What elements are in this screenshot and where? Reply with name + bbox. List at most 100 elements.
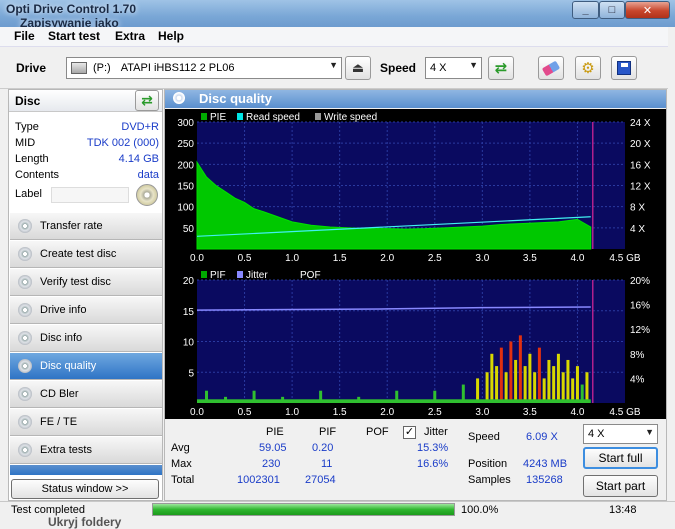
test-speed-select[interactable]: 4 X ▼ bbox=[583, 424, 658, 444]
y-tick-label: 150 bbox=[177, 182, 194, 193]
legend-swatch bbox=[315, 113, 321, 120]
disc-icon bbox=[18, 359, 32, 373]
y-tick-label: 200 bbox=[177, 160, 194, 171]
left-panel: Disc ⇄ Type DVD+R MID TDK 002 (000) Leng… bbox=[8, 89, 163, 501]
progress-fill bbox=[153, 504, 454, 515]
erase-button[interactable] bbox=[538, 56, 564, 80]
disc-info-value: 4.14 GB bbox=[118, 153, 159, 165]
disc-icon bbox=[18, 275, 32, 289]
x-tick-label: 0.5 bbox=[238, 253, 252, 264]
main-title: Disc quality bbox=[199, 91, 272, 106]
stats-pif-total: 27054 bbox=[305, 474, 336, 486]
maximize-button[interactable]: □ bbox=[599, 1, 625, 19]
clock-time: 13:48 bbox=[609, 504, 637, 516]
test-speed-value: 4 X bbox=[588, 428, 605, 440]
drive-select[interactable]: (P:) ATAPI iHBS112 2 PL06 ▼ bbox=[66, 57, 342, 79]
disc-label-field[interactable] bbox=[51, 187, 129, 203]
stats-jitter-avg: 15.3% bbox=[417, 442, 449, 454]
disc-info-value: DVD+R bbox=[121, 121, 159, 133]
y2-tick-label: 20% bbox=[630, 276, 650, 287]
refresh-icon: ⇄ bbox=[494, 60, 508, 77]
close-button[interactable]: ✕ bbox=[625, 1, 670, 19]
y2-tick-label: 12% bbox=[630, 325, 650, 336]
stats-header-pie: PIE bbox=[266, 426, 284, 438]
nav-transfer-rate[interactable]: Transfer rate bbox=[10, 213, 162, 240]
disc-info-key: Contents bbox=[15, 169, 60, 181]
nav-create-test-disc[interactable]: Create test disc bbox=[10, 241, 162, 268]
y-tick-label: 20 bbox=[183, 276, 195, 287]
disc-icon bbox=[18, 247, 32, 261]
speed-select[interactable]: 4 X ▼ bbox=[425, 57, 482, 79]
y2-tick-label: 20 X bbox=[630, 139, 651, 150]
x-tick-label: 1.5 bbox=[333, 407, 347, 418]
disc-icon bbox=[18, 331, 32, 345]
stats-jitter-max: 16.6% bbox=[417, 458, 449, 470]
nav-disc-quality[interactable]: Disc quality bbox=[10, 353, 162, 380]
menu-start-test[interactable]: Start test bbox=[48, 29, 100, 43]
eject-button[interactable]: ⏏ bbox=[345, 56, 371, 80]
stats-header-pof: POF bbox=[366, 426, 389, 438]
legend-swatch bbox=[291, 271, 297, 278]
pif-bar bbox=[514, 359, 518, 403]
samples-label: Samples bbox=[468, 474, 511, 486]
y2-tick-label: 16% bbox=[630, 301, 650, 312]
pif-bar bbox=[504, 372, 508, 403]
disc-info-key: Type bbox=[15, 121, 39, 133]
x-tick-label: 0.5 bbox=[238, 407, 252, 418]
settings-button[interactable]: ⚙ bbox=[575, 56, 601, 80]
y-tick-label: 50 bbox=[183, 224, 195, 235]
pif-bar bbox=[509, 341, 513, 403]
title-bar: Opti Drive Control 1.70 Zapisywanie jako… bbox=[0, 0, 675, 30]
disc-info-value: data bbox=[137, 169, 159, 181]
stats-row-label: Avg bbox=[171, 442, 190, 454]
y-tick-label: 250 bbox=[177, 139, 194, 150]
pif-bar bbox=[552, 366, 556, 403]
nav-extra-tests[interactable]: Extra tests bbox=[10, 437, 162, 464]
stats-pif-avg: 0.20 bbox=[312, 442, 334, 454]
x-tick-label: 3.5 bbox=[523, 253, 537, 264]
status-window-button[interactable]: Status window >> bbox=[11, 479, 159, 499]
disc-icon bbox=[18, 219, 32, 233]
pif-bar bbox=[523, 366, 527, 403]
menu-file[interactable]: File bbox=[14, 29, 35, 43]
drive-name: ATAPI iHBS112 2 PL06 bbox=[120, 62, 235, 74]
save-button[interactable] bbox=[611, 56, 637, 80]
pif-chart: PIF Jitter POF 0.0 0.5 1.0 1.5 2.0 2.5 3.0 3.5 4.0… bbox=[165, 267, 666, 419]
minimize-button[interactable]: _ bbox=[572, 1, 599, 19]
pif-bar bbox=[490, 353, 494, 403]
nav-cd-bler[interactable]: CD Bler bbox=[10, 381, 162, 408]
nav-drive-info[interactable]: Drive info bbox=[10, 297, 162, 324]
y-tick-label: 100 bbox=[177, 203, 194, 214]
x-tick-label: 4.5 GB bbox=[609, 253, 640, 264]
x-tick-label: 4.0 bbox=[570, 253, 584, 264]
legend-label: Write speed bbox=[324, 112, 377, 123]
disc-info-key: MID bbox=[15, 137, 36, 149]
disc-refresh-button[interactable]: ⇄ bbox=[135, 90, 159, 111]
nav-fe-te[interactable]: FE / TE bbox=[10, 409, 162, 436]
x-tick-label: 0.0 bbox=[190, 407, 204, 418]
jitter-checkbox[interactable]: ✓ bbox=[403, 426, 416, 439]
start-part-button[interactable]: Start part bbox=[583, 475, 658, 497]
chevron-down-icon: ▼ bbox=[469, 60, 478, 70]
refresh-speed-button[interactable]: ⇄ bbox=[488, 56, 514, 80]
x-tick-label: 1.5 bbox=[333, 253, 347, 264]
y2-tick-label: 8 X bbox=[630, 203, 645, 214]
start-full-button[interactable]: Start full bbox=[583, 447, 658, 469]
stats-row-label: Total bbox=[171, 474, 195, 486]
menu-bar: File Start test Extra Help bbox=[0, 27, 668, 47]
disc-icon bbox=[173, 92, 185, 104]
disc-section-header: Disc ⇄ bbox=[9, 90, 162, 112]
nav-verify-test-disc[interactable]: Verify test disc bbox=[10, 269, 162, 296]
eject-icon: ⏏ bbox=[351, 60, 365, 75]
floppy-icon bbox=[617, 61, 631, 75]
pif-bar bbox=[485, 372, 489, 403]
y2-tick-label: 4% bbox=[630, 374, 645, 385]
stats-row-label: Max bbox=[171, 458, 192, 470]
legend-swatch bbox=[201, 113, 207, 120]
disc-header-title: Disc bbox=[15, 94, 41, 108]
nav-disc-info[interactable]: Disc info bbox=[10, 325, 162, 352]
menu-help[interactable]: Help bbox=[158, 29, 184, 43]
chevron-down-icon: ▼ bbox=[645, 427, 654, 437]
pif-baseline bbox=[197, 399, 591, 403]
menu-extra[interactable]: Extra bbox=[115, 29, 145, 43]
